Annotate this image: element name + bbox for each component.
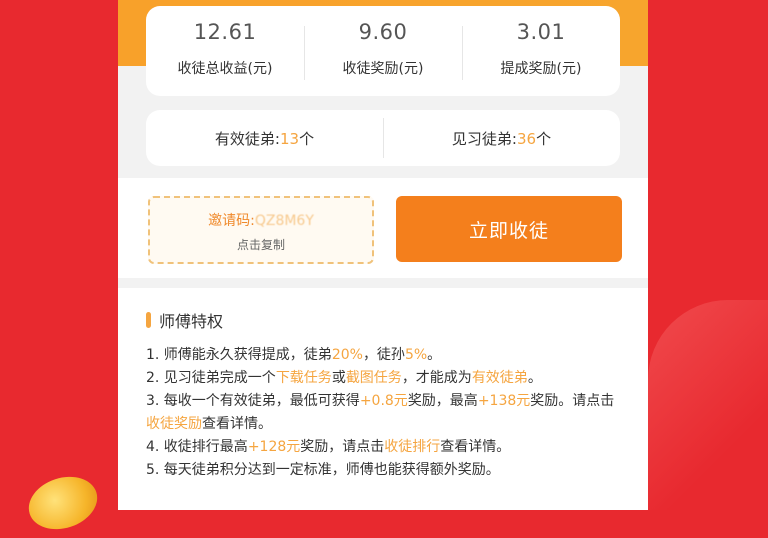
recruit-now-button[interactable]: 立即收徒 xyxy=(396,196,622,262)
privileges-title-text: 师傅特权 xyxy=(159,312,224,331)
trainee-disciples-unit: 个 xyxy=(536,129,552,148)
privilege-text: 。 xyxy=(427,347,442,363)
privileges-title: 师傅特权 xyxy=(146,308,223,332)
privilege-item: 2. 见习徒弟完成一个下载任务或截图任务，才能成为有效徒弟。 xyxy=(146,367,626,390)
privilege-item: 3. 每收一个有效徒弟，最低可获得+0.8元奖励，最高+138元奖励。请点击收徒… xyxy=(146,390,626,436)
privilege-text: 或 xyxy=(331,370,346,386)
stat-commission-reward[interactable]: 3.01 提成奖励(元) xyxy=(462,6,620,96)
valid-disciples[interactable]: 有效徒弟:13个 xyxy=(146,128,383,149)
highlight-link[interactable]: 有效徒弟 xyxy=(472,370,528,386)
stat-value: 9.60 xyxy=(358,20,408,44)
highlight-link[interactable]: 20% xyxy=(332,347,363,363)
stat-total-earnings[interactable]: 12.61 收徒总收益(元) xyxy=(146,6,304,96)
invite-code-label: 邀请码: xyxy=(208,213,255,229)
highlight-link[interactable]: 收徒排行 xyxy=(384,439,440,455)
invite-code-line: 邀请码:QZ8M6Y xyxy=(150,210,372,230)
privilege-text: 查看详情。 xyxy=(440,439,511,455)
trainee-disciples-label: 见习徒弟: xyxy=(451,129,517,148)
stat-label: 提成奖励(元) xyxy=(500,61,582,77)
earnings-stats-card: 12.61 收徒总收益(元) 9.60 收徒奖励(元) 3.01 提成奖励(元) xyxy=(146,6,620,96)
privilege-text: 奖励，最高 xyxy=(407,393,478,409)
privilege-text: 2. 见习徒弟完成一个 xyxy=(146,370,276,386)
privilege-text: 。 xyxy=(527,370,542,386)
highlight-link[interactable]: 下载任务 xyxy=(276,370,332,386)
privilege-text: 查看详情。 xyxy=(202,416,272,432)
highlight-link[interactable]: +138元 xyxy=(478,393,530,409)
stat-value: 3.01 xyxy=(516,20,566,44)
coin-decoration xyxy=(21,468,105,538)
valid-disciples-label: 有效徒弟: xyxy=(214,129,280,148)
trainee-disciples[interactable]: 见习徒弟:36个 xyxy=(383,117,620,158)
highlight-link[interactable]: 5% xyxy=(405,347,427,363)
highlight-link[interactable]: +0.8元 xyxy=(360,393,408,409)
privilege-text: ，才能成为 xyxy=(401,370,472,386)
master-privileges-card: 师傅特权 1. 师傅能永久获得提成，徒弟20%，徒孙5%。 2. 见习徒弟完成一个… xyxy=(118,288,648,510)
valid-disciples-count: 13 xyxy=(279,129,300,148)
privilege-item: 5. 每天徒弟积分达到一定标准，师傅也能获得额外奖励。 xyxy=(146,459,626,482)
stat-label: 收徒总收益(元) xyxy=(177,61,273,77)
valid-disciples-unit: 个 xyxy=(299,129,315,148)
highlight-link[interactable]: +128元 xyxy=(248,439,300,455)
main-panel: 12.61 收徒总收益(元) 9.60 收徒奖励(元) 3.01 提成奖励(元)… xyxy=(118,0,648,510)
highlight-link[interactable]: 截图任务 xyxy=(346,370,402,386)
invite-code-copy-box[interactable]: 邀请码:QZ8M6Y 点击复制 xyxy=(148,196,374,264)
privilege-item: 4. 收徒排行最高+128元奖励，请点击收徒排行查看详情。 xyxy=(146,436,626,459)
background-decoration xyxy=(648,300,768,510)
title-accent-bar xyxy=(146,312,151,328)
invite-code-value: QZ8M6Y xyxy=(254,213,314,229)
privilege-text: ，徒孙 xyxy=(362,347,405,363)
disciple-count-card: 有效徒弟:13个 见习徒弟:36个 xyxy=(146,110,620,166)
invite-card: 邀请码:QZ8M6Y 点击复制 立即收徒 xyxy=(118,178,648,278)
highlight-link[interactable]: 收徒奖励 xyxy=(146,416,202,432)
stat-label: 收徒奖励(元) xyxy=(342,61,424,77)
trainee-disciples-count: 36 xyxy=(516,129,537,148)
privilege-text: 5. 每天徒弟积分达到一定标准，师傅也能获得额外奖励。 xyxy=(146,462,500,478)
copy-hint: 点击复制 xyxy=(236,238,285,252)
privileges-list: 1. 师傅能永久获得提成，徒弟20%，徒孙5%。 2. 见习徒弟完成一个下载任务或… xyxy=(146,344,626,482)
stat-recruit-reward[interactable]: 9.60 收徒奖励(元) xyxy=(304,6,462,96)
privilege-text: 奖励。请点击 xyxy=(530,393,615,409)
privilege-text: 奖励，请点击 xyxy=(300,439,385,455)
privilege-text: 3. 每收一个有效徒弟，最低可获得 xyxy=(146,393,360,409)
stat-value: 12.61 xyxy=(193,20,257,44)
privilege-text: 1. 师傅能永久获得提成，徒弟 xyxy=(146,347,332,363)
privilege-item: 1. 师傅能永久获得提成，徒弟20%，徒孙5%。 xyxy=(146,344,626,367)
privilege-text: 4. 收徒排行最高 xyxy=(146,439,248,455)
